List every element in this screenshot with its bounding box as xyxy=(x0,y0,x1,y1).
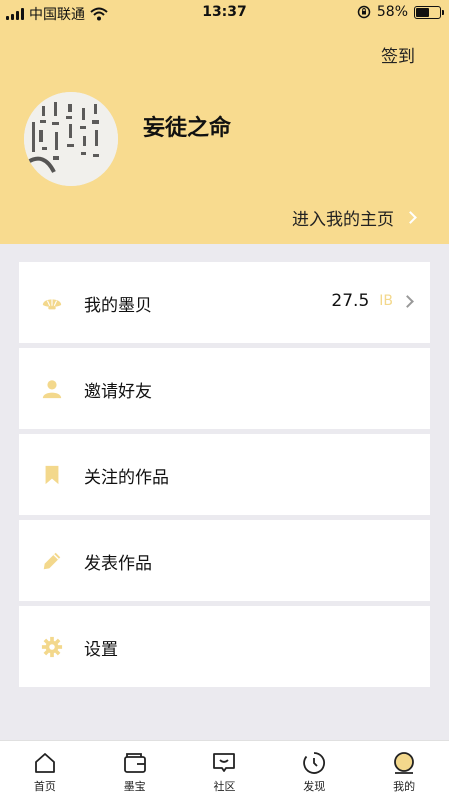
discover-icon xyxy=(303,752,326,774)
chevron-right-icon xyxy=(401,294,414,308)
profile-menu: 我的墨贝 27.5 IB 邀请好友 关注的作品 发表作品 设置 xyxy=(19,262,430,692)
home-icon xyxy=(34,753,55,773)
menu-item-my-shells[interactable]: 我的墨贝 27.5 IB xyxy=(19,262,430,343)
orientation-lock-icon xyxy=(357,5,371,19)
status-bar: 中国联通 13:37 58% xyxy=(0,0,449,26)
bookmark-icon xyxy=(45,465,59,485)
username: 妄徒之命 xyxy=(143,116,232,141)
tab-home[interactable]: 首页 xyxy=(0,741,90,800)
tab-label: 首页 xyxy=(33,780,56,793)
checkin-button[interactable]: 签到 xyxy=(381,42,415,67)
wallet-icon xyxy=(123,753,146,773)
bottom-tab-bar: 首页 墨宝 社区 发现 我的 xyxy=(0,740,449,800)
homepage-link-label: 进入我的主页 xyxy=(292,210,394,230)
tab-label: 社区 xyxy=(213,780,236,793)
my-homepage-link[interactable]: 进入我的主页 xyxy=(292,205,417,230)
tab-label: 墨宝 xyxy=(123,780,146,793)
menu-item-followed-works[interactable]: 关注的作品 xyxy=(19,434,430,515)
menu-item-settings[interactable]: 设置 xyxy=(19,606,430,687)
menu-item-label: 邀请好友 xyxy=(84,382,152,402)
menu-item-publish-work[interactable]: 发表作品 xyxy=(19,520,430,601)
menu-item-label: 发表作品 xyxy=(84,554,152,574)
battery-icon xyxy=(414,5,444,19)
menu-item-invite-friends[interactable]: 邀请好友 xyxy=(19,348,430,429)
menu-item-label: 关注的作品 xyxy=(84,468,169,488)
profile-icon xyxy=(394,752,414,774)
tab-discover[interactable]: 发现 xyxy=(269,741,359,800)
shell-icon xyxy=(42,299,62,310)
battery-percent: 58% xyxy=(376,4,408,20)
avatar[interactable] xyxy=(24,92,118,186)
shell-unit: IB xyxy=(379,293,393,309)
shell-balance: 27.5 xyxy=(331,291,370,311)
profile-header: 中国联通 13:37 58% 签到 妄徒之命 进入我的主页 xyxy=(0,0,449,244)
menu-item-label: 我的墨贝 xyxy=(84,296,152,316)
tab-community[interactable]: 社区 xyxy=(180,741,270,800)
pencil-icon xyxy=(43,552,61,570)
menu-item-label: 设置 xyxy=(84,640,118,660)
tab-mine[interactable]: 我的 xyxy=(359,741,449,800)
gear-icon xyxy=(41,636,63,658)
user-icon xyxy=(42,380,62,399)
tab-label: 我的 xyxy=(393,780,416,793)
chat-icon xyxy=(213,753,236,772)
tab-treasure[interactable]: 墨宝 xyxy=(90,741,180,800)
chevron-right-icon xyxy=(404,211,417,224)
tab-label: 发现 xyxy=(303,780,326,793)
